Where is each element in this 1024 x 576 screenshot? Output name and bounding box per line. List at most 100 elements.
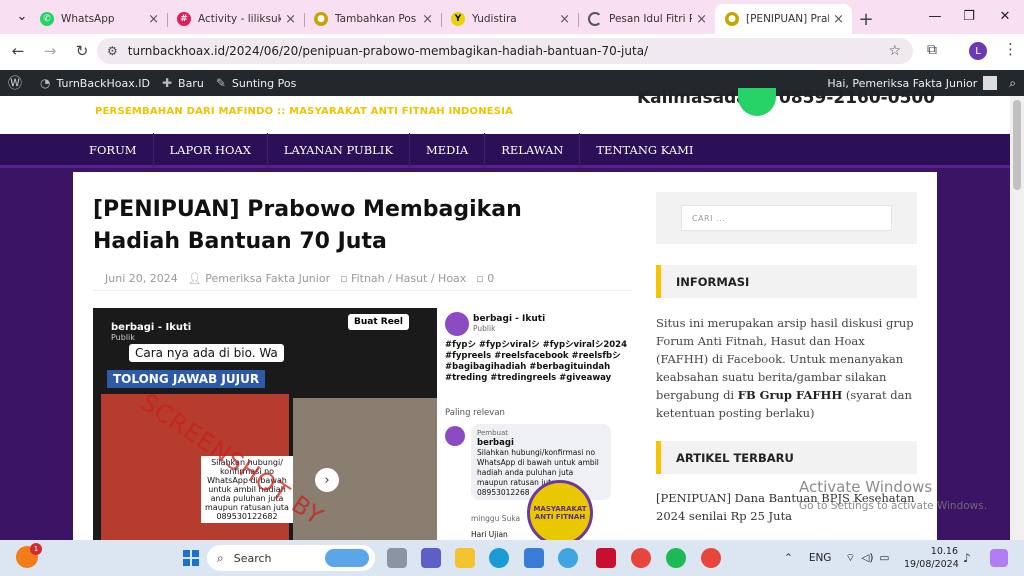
close-window-button[interactable]: ✕ [988,5,1022,27]
windows-taskbar: 1 ⌕ Search ⌃ ENG ⌔ ◁) ▭ 10.16 19/08/2024 ♪ [0,540,1024,576]
tab-title: Activity - liliksukm [198,13,282,25]
meta-divider [93,290,633,291]
chevron-up-icon[interactable]: ⌃ [784,552,793,564]
spotify-icon[interactable] [666,548,686,568]
tab-title: [PENIPUAN] Prabo [746,13,829,25]
user-avatar[interactable] [983,76,998,90]
volume-icon[interactable]: ◁) [861,552,873,564]
language-indicator[interactable]: ENG [809,552,832,564]
battery-icon[interactable]: ▭ [880,552,890,564]
admin-site-link[interactable]: ◔ TurnBackHoax.ID [40,76,150,90]
yudistira-icon: Y [451,12,465,26]
admin-new-label: Baru [178,76,204,90]
bookmark-star-icon[interactable]: ☆ [888,43,901,59]
fb-comment-role: Pembuat [477,429,509,437]
chrome-profile-icon[interactable] [701,548,721,568]
start-button[interactable] [183,550,199,566]
edge-icon[interactable] [489,548,509,568]
tab-search-icon[interactable]: ⌄ [14,5,30,27]
store-icon[interactable] [524,548,544,568]
page-scrollbar[interactable] [1010,96,1024,540]
system-tray: ⌃ ENG ⌔ ◁) ▭ [784,540,889,576]
search-input[interactable]: CARI ... [681,205,892,231]
article-meta: Juni 20, 2024 👤︎ Pemeriksa Fakta Junior … [105,272,494,285]
nav-lapor-hoax[interactable]: LAPOR HOAX [154,132,268,167]
nav-layanan-publik[interactable]: LAYANAN PUBLIK [268,132,410,167]
site-info-icon[interactable]: ⚙ [107,44,118,58]
copilot-icon[interactable] [558,548,578,568]
clock-date: 19/08/2024 [904,559,959,570]
sidebar-search: CARI ... [656,192,917,244]
browser-menu-icon[interactable]: ⋮ [1003,40,1018,58]
tab-yudistira[interactable]: Y Yudistira × [441,4,578,34]
tab-penipuan-prabowo[interactable]: ● [PENIPUAN] Prabo × [715,4,852,34]
copilot-tray-icon[interactable] [990,549,1008,567]
minimize-button[interactable]: — [918,5,952,27]
fb-hashtags: #fypシ #fypシviralシ #fypシviralシ2024 #fypre… [445,340,628,383]
chrome-icon[interactable] [631,548,651,568]
file-explorer-icon[interactable] [455,548,475,568]
admin-site-label: TurnBackHoax.ID [56,76,150,90]
mcafee-icon[interactable] [596,548,616,568]
nav-forum[interactable]: FORUM [73,132,154,167]
url-text: turnbackhoax.id/2024/06/20/penipuan-prab… [127,44,649,58]
close-icon[interactable]: × [696,12,707,27]
close-icon[interactable]: × [285,12,296,27]
nav-media[interactable]: MEDIA [410,132,486,167]
category-link[interactable]: ▫ Fitnah / Hasut / Hoax [340,272,466,285]
notification-bell-icon[interactable]: ♪ [963,551,971,565]
restore-button[interactable]: ❐ [952,5,986,27]
comment-icon: ▫ [476,272,488,285]
article-date[interactable]: Juni 20, 2024 [105,272,178,285]
fb-avatar [445,312,469,336]
fb-account: berbagi - Ikuti Publik [473,314,545,333]
tab-pesan-idul-fitri[interactable]: Pesan Idul Fitri Pra × [578,4,715,34]
close-icon[interactable]: × [559,12,570,27]
tab-title: Yudistira [472,13,517,25]
site-tagline: PERSEMBAHAN DARI MAFINDO :: MASYARAKAT A… [95,106,514,117]
search-icon[interactable]: ⌕ [1009,76,1016,91]
reload-button[interactable]: ↻ [68,37,96,65]
tab-whatsapp[interactable]: ✆ WhatsApp × [30,4,167,34]
info-text: Situs ini merupakan arsip hasil diskusi … [656,314,920,422]
author-link[interactable]: 👤︎ Pemeriksa Fakta Junior [188,272,330,285]
image-account-scope: Publik [111,333,135,342]
new-tab-button[interactable]: + [852,4,880,34]
close-icon[interactable]: × [422,12,433,27]
slack-icon: # [177,12,191,26]
taskbar-search[interactable]: ⌕ Search [207,545,375,571]
whatsapp-logo-icon [738,88,776,116]
weather-widget-icon[interactable]: 1 [16,543,42,568]
site-icon: ● [725,12,739,26]
wifi-icon[interactable]: ⌔ [845,551,855,565]
activate-subtitle: Go to Settings to activate Windows. [799,500,988,512]
tab-tambahkan-pos[interactable]: ● Tambahkan Pos Ba × [304,4,441,34]
whatsapp-icon: ✆ [40,12,54,26]
admin-edit-link[interactable]: ✎ Sunting Pos [216,76,297,90]
task-view-icon[interactable] [387,548,407,568]
back-button[interactable]: ← [4,37,32,65]
comments-link[interactable]: ▫ 0 [476,272,494,285]
widget-title-artikel-terbaru: ARTIKEL TERBARU [656,441,917,474]
image-caption-jawab: TOLONG JAWAB JUJUR [107,370,266,388]
profile-avatar[interactable]: L [969,42,987,60]
fb-group-link[interactable]: FB Grup FAFHH [738,388,842,402]
tab-slack-activity[interactable]: # Activity - liliksukm × [167,4,304,34]
forward-button[interactable]: → [36,37,64,65]
extensions-icon[interactable]: ⧉ [927,42,937,58]
fb-next-comment: Hari Ujian [471,530,508,539]
address-bar[interactable]: ⚙ turnbackhoax.id/2024/06/20/penipuan-pr… [97,38,913,64]
user-icon: 👤︎ [187,272,206,285]
search-icon: ⌕ [217,550,224,565]
activate-windows-watermark: Activate Windows Go to Settings to activa… [799,478,987,512]
wordpress-logo-icon[interactable]: Ⓦ [8,73,28,93]
nav-relawan[interactable]: RELAWAN [485,132,581,167]
admin-new-link[interactable]: ✚ Baru [162,76,204,90]
close-icon[interactable]: × [148,12,159,27]
close-icon[interactable]: × [833,12,844,27]
nav-tentang-kami[interactable]: TENTANG KAMI [580,133,709,167]
taskbar-clock[interactable]: 10.16 19/08/2024 [904,545,959,571]
teams-icon[interactable] [421,548,441,568]
scrollbar-thumb[interactable] [1013,100,1021,190]
featured-image[interactable]: berbagi - Ikuti Publik Buat Reel Cara nya… [93,308,437,540]
